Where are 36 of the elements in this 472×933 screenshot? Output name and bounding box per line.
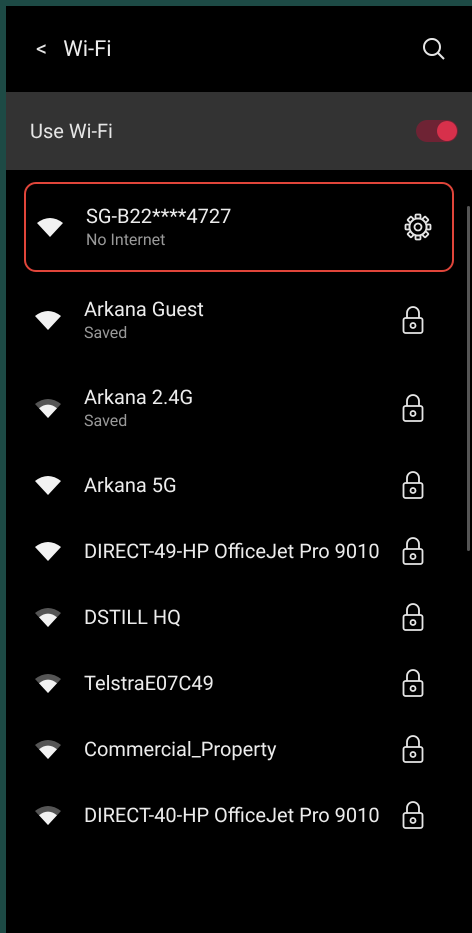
network-row[interactable]: DIRECT-40-HP OfficeJet Pro 9010 xyxy=(6,782,472,848)
back-button[interactable]: < xyxy=(36,32,48,66)
toggle-label: Use Wi-Fi xyxy=(30,118,114,145)
lock-icon xyxy=(402,536,424,566)
lock-icon xyxy=(402,800,424,830)
network-row[interactable]: TelstraE07C49 xyxy=(6,650,472,716)
lock-icon xyxy=(402,734,424,764)
network-name: SG-B22****4727 xyxy=(86,203,232,229)
network-status: No Internet xyxy=(86,229,166,251)
network-status: Saved xyxy=(84,410,128,432)
network-name: Commercial_Property xyxy=(84,736,278,762)
network-name: Arkana 5G xyxy=(84,472,178,498)
lock-icon xyxy=(402,668,424,698)
network-row[interactable]: Arkana Guest Saved xyxy=(6,276,472,364)
network-row[interactable]: DIRECT-49-HP OfficeJet Pro 9010 xyxy=(6,518,472,584)
network-row[interactable]: Commercial_Property xyxy=(6,716,472,782)
network-row[interactable]: Arkana 5G xyxy=(6,452,472,518)
network-name: Arkana Guest xyxy=(84,296,205,322)
settings-icon[interactable] xyxy=(404,213,432,241)
lock-icon xyxy=(402,602,424,632)
network-row[interactable]: DSTILL HQ xyxy=(6,584,472,650)
toggle-row[interactable]: Use Wi-Fi xyxy=(6,92,472,170)
network-name: DSTILL HQ xyxy=(84,604,182,630)
network-name: Arkana 2.4G xyxy=(84,384,194,410)
wifi-switch[interactable] xyxy=(416,120,458,142)
page-title: Wi-Fi xyxy=(63,36,112,64)
network-name: DIRECT-40-HP OfficeJet Pro 9010 xyxy=(84,802,381,828)
lock-icon xyxy=(402,393,424,423)
lock-icon xyxy=(402,470,424,500)
network-row[interactable]: Arkana 2.4G Saved xyxy=(6,364,472,452)
network-status: Saved xyxy=(84,322,128,344)
lock-icon xyxy=(402,305,424,335)
search-icon[interactable] xyxy=(422,37,446,61)
network-name: TelstraE07C49 xyxy=(84,670,215,696)
network-row[interactable]: SG-B22****4727 No Internet xyxy=(24,182,454,272)
network-name: DIRECT-49-HP OfficeJet Pro 9010 xyxy=(84,538,381,564)
